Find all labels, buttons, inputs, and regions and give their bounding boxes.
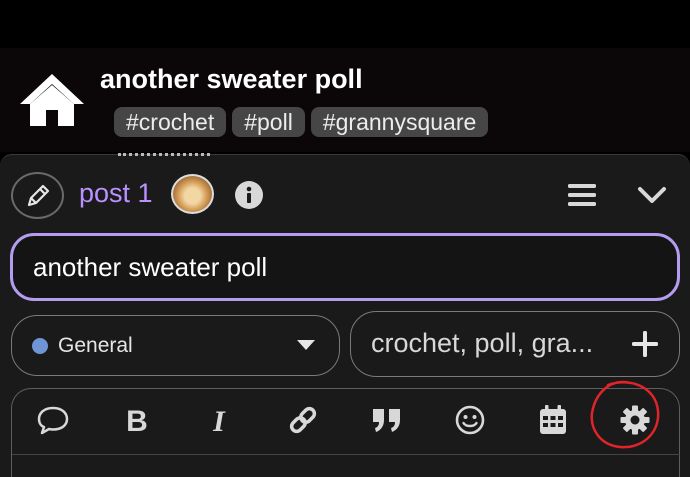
tag-chip-grannysquare[interactable]: #grannysquare bbox=[310, 107, 489, 137]
options-button[interactable] bbox=[615, 402, 655, 438]
plus-icon[interactable] bbox=[631, 330, 659, 358]
svg-text:B: B bbox=[126, 405, 148, 435]
italic-button[interactable]: I bbox=[199, 402, 239, 438]
tag-chip-crochet[interactable]: #crochet bbox=[114, 107, 227, 137]
status-bar bbox=[0, 0, 690, 48]
calendar-button[interactable] bbox=[533, 402, 573, 438]
quote-button[interactable] bbox=[367, 402, 407, 438]
hamburger-menu-icon[interactable] bbox=[566, 180, 598, 210]
info-icon[interactable] bbox=[234, 180, 264, 210]
edit-button[interactable] bbox=[11, 172, 64, 219]
speech-bubble-button[interactable] bbox=[33, 402, 73, 438]
category-color-dot bbox=[32, 337, 48, 354]
bold-button[interactable]: B bbox=[117, 402, 157, 438]
link-button[interactable] bbox=[283, 402, 323, 438]
emoji-button[interactable] bbox=[450, 402, 490, 438]
topic-title-input[interactable] bbox=[10, 233, 680, 301]
calendar-icon bbox=[540, 405, 566, 434]
category-label: General bbox=[58, 333, 133, 357]
emoji-icon bbox=[455, 405, 485, 435]
gear-icon bbox=[620, 405, 650, 435]
chevron-down-icon[interactable] bbox=[635, 180, 669, 210]
tag-chooser[interactable]: crochet, poll, gra... bbox=[350, 311, 680, 377]
italic-icon: I bbox=[212, 405, 226, 435]
reply-to-post-link[interactable]: post 1 bbox=[79, 178, 153, 209]
tag-chooser-value: crochet, poll, gra... bbox=[371, 328, 594, 358]
svg-text:I: I bbox=[212, 405, 226, 435]
editor-toolbar bbox=[11, 388, 680, 477]
quote-icon bbox=[373, 409, 400, 432]
caret-down-icon bbox=[297, 340, 315, 350]
content-peek bbox=[118, 150, 210, 156]
tag-chip-poll[interactable]: #poll bbox=[232, 107, 305, 137]
avatar[interactable] bbox=[171, 174, 214, 214]
topic-tags: #crochet #poll #grannysquare bbox=[114, 107, 489, 137]
toolbar-divider bbox=[12, 454, 680, 455]
category-dropdown[interactable]: General bbox=[11, 315, 340, 376]
bold-icon: B bbox=[126, 405, 148, 435]
link-icon bbox=[289, 406, 317, 434]
pencil-icon bbox=[27, 184, 49, 206]
speech-bubble-icon bbox=[37, 406, 69, 435]
topic-title[interactable]: another sweater poll bbox=[100, 64, 363, 95]
home-icon[interactable] bbox=[18, 72, 86, 128]
